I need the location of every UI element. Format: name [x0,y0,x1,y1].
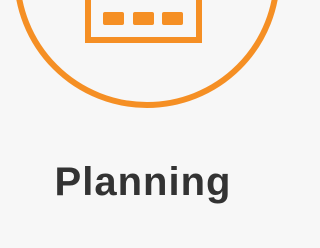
tile-label: Planning [54,160,232,204]
calendar-icon [16,0,278,108]
planning-tile[interactable]: Planning [0,0,286,248]
planning-icon-badge [0,0,286,130]
calendar-cell [162,12,183,25]
calendar-cell [133,12,154,25]
calendar-cell [103,12,124,25]
